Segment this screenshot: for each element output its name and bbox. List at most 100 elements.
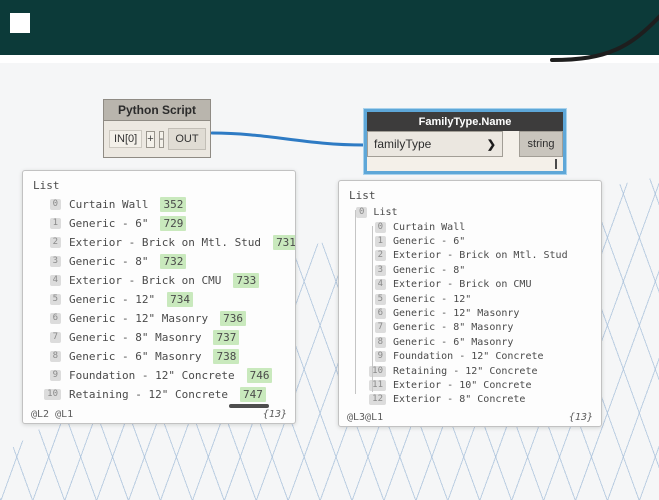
- preview-right-rows: 0 Curtain Wall 1 Generic - 6" 2 Exterior…: [339, 220, 601, 407]
- item-label: Generic - 12" Masonry: [393, 308, 520, 320]
- sublist-label: List: [373, 207, 398, 218]
- familytype-input-label: familyType: [374, 137, 432, 151]
- familytype-output-port[interactable]: string: [519, 131, 563, 157]
- item-label: Generic - 12": [69, 293, 156, 306]
- index-badge: 0: [356, 207, 368, 218]
- item-label: Curtain Wall: [69, 198, 149, 211]
- item-label: Generic - 8": [69, 255, 149, 268]
- list-item: 6 Generic - 12" Masonry 736: [23, 309, 295, 328]
- node-familytype-body: familyType ❯ string: [367, 131, 563, 157]
- count-label: {13}: [568, 412, 593, 423]
- item-label: Generic - 8" Masonry: [393, 322, 514, 334]
- item-value-badge: 731: [273, 235, 295, 250]
- index-badge: 8: [49, 351, 61, 362]
- node-familytype-name[interactable]: FamilyType.Name familyType ❯ string: [364, 109, 566, 174]
- preview-list-title: List: [349, 189, 376, 202]
- list-item: 0 Curtain Wall: [339, 220, 601, 234]
- tree-line: [355, 210, 356, 394]
- list-item: 2 Exterior - Brick on Mtl. Stud: [339, 249, 601, 263]
- preview-bubble-left[interactable]: List 0 Curtain Wall 352 1 Generic - 6" 7…: [22, 170, 296, 424]
- item-label: Exterior - Brick on Mtl. Stud: [393, 250, 568, 262]
- sublist-header: 0 List: [339, 205, 601, 220]
- levels-label: @L3@L1: [347, 412, 384, 423]
- index-badge: 2: [49, 237, 61, 248]
- index-badge: 9: [49, 370, 61, 381]
- preview-list-title: List: [33, 179, 60, 192]
- item-value-badge: 746: [246, 368, 273, 383]
- item-value-badge: 732: [160, 254, 187, 269]
- count-label: {13}: [262, 409, 287, 420]
- item-label: Generic - 8": [393, 264, 466, 276]
- item-label: Exterior - Brick on CMU: [393, 279, 532, 291]
- chevron-right-icon[interactable]: ❯: [487, 138, 496, 151]
- list-item: 11 Exterior - 10" Concrete: [339, 378, 601, 392]
- scrollbar-thumb[interactable]: [229, 404, 269, 408]
- item-value-badge: 352: [160, 197, 187, 212]
- item-label: Exterior - Brick on Mtl. Stud: [69, 236, 262, 249]
- list-item: 5 Generic - 12": [339, 292, 601, 306]
- item-label: Foundation - 12" Concrete: [69, 369, 235, 382]
- list-item: 12 Exterior - 8" Concrete: [339, 393, 601, 407]
- index-badge: 3: [49, 256, 61, 267]
- index-badge: 12: [369, 394, 386, 406]
- list-item: 9 Foundation - 12" Concrete 746: [23, 366, 295, 385]
- item-label: Retaining - 12" Concrete: [393, 365, 538, 377]
- list-item: 10 Retaining - 12" Concrete 747: [23, 385, 295, 404]
- add-input-button[interactable]: +: [146, 130, 155, 148]
- item-value-badge: 734: [167, 292, 193, 307]
- preview-left-footer: @L2 @L1 {13}: [31, 409, 287, 420]
- list-item: 6 Generic - 12" Masonry: [339, 306, 601, 320]
- index-badge: 8: [374, 336, 386, 348]
- item-label: Retaining - 12" Concrete: [69, 388, 228, 401]
- list-item: 1 Generic - 6": [339, 234, 601, 248]
- item-label: Generic - 12" Masonry: [69, 312, 209, 325]
- index-badge: 7: [374, 322, 386, 334]
- list-item: 8 Generic - 6" Masonry 738: [23, 347, 295, 366]
- item-label: Foundation - 12" Concrete: [393, 351, 544, 363]
- list-item: 1 Generic - 6" 729: [23, 214, 295, 233]
- preview-bubble-right[interactable]: List 0 List 0 Curtain Wall 1 Generic - 6…: [338, 180, 602, 427]
- app-header-bar: [0, 0, 659, 55]
- index-badge: 0: [49, 199, 61, 210]
- list-item: 3 Generic - 8" 732: [23, 252, 295, 271]
- list-item: 4 Exterior - Brick on CMU: [339, 278, 601, 292]
- item-label: Generic - 6" Masonry: [393, 336, 514, 348]
- list-item: 10 Retaining - 12" Concrete: [339, 364, 601, 378]
- preview-left-rows: 0 Curtain Wall 352 1 Generic - 6" 729 2 …: [23, 195, 295, 404]
- item-value-badge: 747: [239, 387, 266, 402]
- text-cursor-icon: [555, 159, 557, 169]
- node-familytype-footer: [367, 157, 563, 171]
- item-label: Exterior - Brick on CMU: [69, 274, 222, 287]
- node-python-script[interactable]: Python Script IN[0] + - OUT: [103, 99, 211, 158]
- index-badge: 9: [374, 351, 386, 363]
- index-badge: 2: [374, 250, 386, 262]
- index-badge: 3: [374, 264, 386, 276]
- item-value-badge: 736: [220, 311, 246, 326]
- index-badge: 5: [49, 294, 61, 305]
- item-label: Generic - 6": [393, 236, 466, 248]
- tree-line: [372, 226, 373, 392]
- index-badge: 10: [44, 389, 61, 400]
- list-item: 0 Curtain Wall 352: [23, 195, 295, 214]
- item-label: Generic - 6" Masonry: [69, 350, 202, 363]
- node-python-body: IN[0] + - OUT: [103, 121, 211, 158]
- item-label: Generic - 12": [393, 293, 472, 305]
- node-python-header[interactable]: Python Script: [103, 99, 211, 121]
- list-item: 7 Generic - 8" Masonry: [339, 321, 601, 335]
- item-label: Exterior - 10" Concrete: [393, 379, 532, 391]
- node-familytype-header[interactable]: FamilyType.Name: [367, 112, 563, 131]
- levels-label: @L2 @L1: [31, 409, 74, 420]
- list-item: 9 Foundation - 12" Concrete: [339, 350, 601, 364]
- index-badge: 5: [374, 293, 386, 305]
- index-badge: 6: [374, 308, 386, 320]
- index-badge: 4: [374, 279, 386, 291]
- item-value-badge: 733: [233, 273, 260, 288]
- python-input-port[interactable]: IN[0]: [109, 130, 143, 148]
- familytype-input-port[interactable]: familyType ❯: [367, 131, 503, 157]
- list-item: 3 Generic - 8": [339, 263, 601, 277]
- remove-input-button[interactable]: -: [158, 130, 165, 148]
- index-badge: 4: [49, 275, 61, 286]
- python-output-port[interactable]: OUT: [168, 128, 206, 150]
- item-label: Generic - 6": [69, 217, 149, 230]
- item-label: Curtain Wall: [393, 221, 466, 233]
